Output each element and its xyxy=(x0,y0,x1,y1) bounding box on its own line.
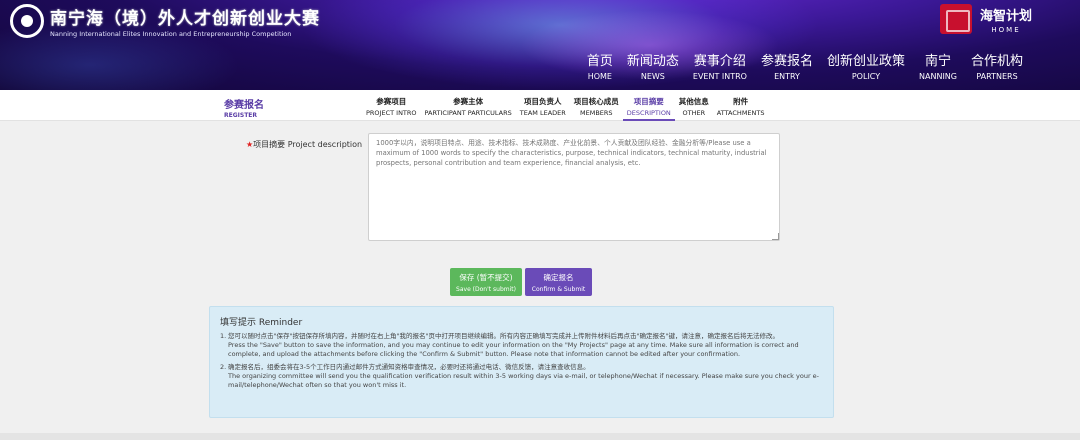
nav-home[interactable]: 首页 HOME xyxy=(580,50,620,81)
brand-title: 海智计划 xyxy=(980,8,1033,24)
project-description-label: ★项目摘要 Project description xyxy=(246,140,363,149)
logo-title-en: Nanning International Elites Innovation … xyxy=(50,30,292,38)
resize-grip-icon[interactable] xyxy=(772,233,779,240)
reminder-text-cn: 您可以随时点击"保存"按钮保存所填内容，并随时在右上角"我的报名"页中打开项目继… xyxy=(228,332,779,340)
reminder-title: 填写提示 Reminder xyxy=(220,318,303,328)
registration-step-bar: 参赛报名 REGISTER 参赛项目 PROJECT INTRO 参赛主体 PA… xyxy=(0,90,1080,121)
register-heading: 参赛报名 REGISTER xyxy=(224,100,264,119)
confirm-submit-button[interactable]: 确定报名 Confirm & Submit xyxy=(525,268,592,296)
step-participant[interactable]: 参赛主体 PARTICIPANT PARTICULARS xyxy=(421,96,516,121)
step-description[interactable]: 项目摘要 DESCRIPTION xyxy=(622,96,675,121)
project-description-textarea[interactable] xyxy=(368,133,780,241)
reminder-text-cn: 确定报名后，组委会将在3-5个工作日内通过邮件方式通知资格审查情况，必要时还将通… xyxy=(228,362,590,371)
step-tabs: 参赛项目 PROJECT INTRO 参赛主体 PARTICIPANT PART… xyxy=(362,96,769,121)
logo-title-cn: 南宁海（境）外人才创新创业大赛 xyxy=(50,9,320,29)
brand-home-label: HOME xyxy=(991,25,1021,34)
reminder-text-en: Press the "Save" button to save the info… xyxy=(228,341,799,359)
header-banner: 南宁海（境）外人才创新创业大赛 Nanning International El… xyxy=(0,0,1080,90)
site-logo[interactable]: 南宁海（境）外人才创新创业大赛 Nanning International El… xyxy=(10,4,320,38)
logo-icon xyxy=(10,4,44,38)
step-project-intro[interactable]: 参赛项目 PROJECT INTRO xyxy=(362,96,421,121)
step-other[interactable]: 其他信息 OTHER xyxy=(675,96,713,121)
save-button[interactable]: 保存 (暂不提交) Save (Don't submit) xyxy=(450,268,522,296)
nav-nanning[interactable]: 南宁 NANNING xyxy=(912,50,964,81)
nav-news[interactable]: 新闻动态 NEWS xyxy=(620,50,686,81)
seal-icon xyxy=(940,4,972,34)
step-members[interactable]: 项目核心成员 MEMBERS xyxy=(570,96,623,121)
reminder-item: 1. 您可以随时点击"保存"按钮保存所填内容，并随时在右上角"我的报名"页中打开… xyxy=(220,332,823,360)
reminder-item: 2. 确定报名后，组委会将在3-5个工作日内通过邮件方式通知资格审查情况，必要时… xyxy=(220,363,823,391)
main-nav: 首页 HOME 新闻动态 NEWS 赛事介绍 EVENT INTRO 参赛报名 … xyxy=(580,50,1030,81)
nav-policy[interactable]: 创新创业政策 POLICY xyxy=(820,50,912,81)
step-team-leader[interactable]: 项目负责人 TEAM LEADER xyxy=(516,96,570,121)
reminder-box: 填写提示 Reminder 1. 您可以随时点击"保存"按钮保存所填内容，并随时… xyxy=(209,306,834,418)
brand-home-link[interactable]: 海智计划 HOME xyxy=(940,4,1032,34)
nav-event-intro[interactable]: 赛事介绍 EVENT INTRO xyxy=(686,50,754,81)
footer-strip xyxy=(0,433,1080,440)
reminder-text-en: The organizing committee will send you t… xyxy=(228,371,820,390)
step-attachments[interactable]: 附件 ATTACHMENTS xyxy=(713,96,769,121)
nav-partners[interactable]: 合作机构 PARTNERS xyxy=(964,50,1030,81)
nav-entry[interactable]: 参赛报名 ENTRY xyxy=(754,50,820,81)
